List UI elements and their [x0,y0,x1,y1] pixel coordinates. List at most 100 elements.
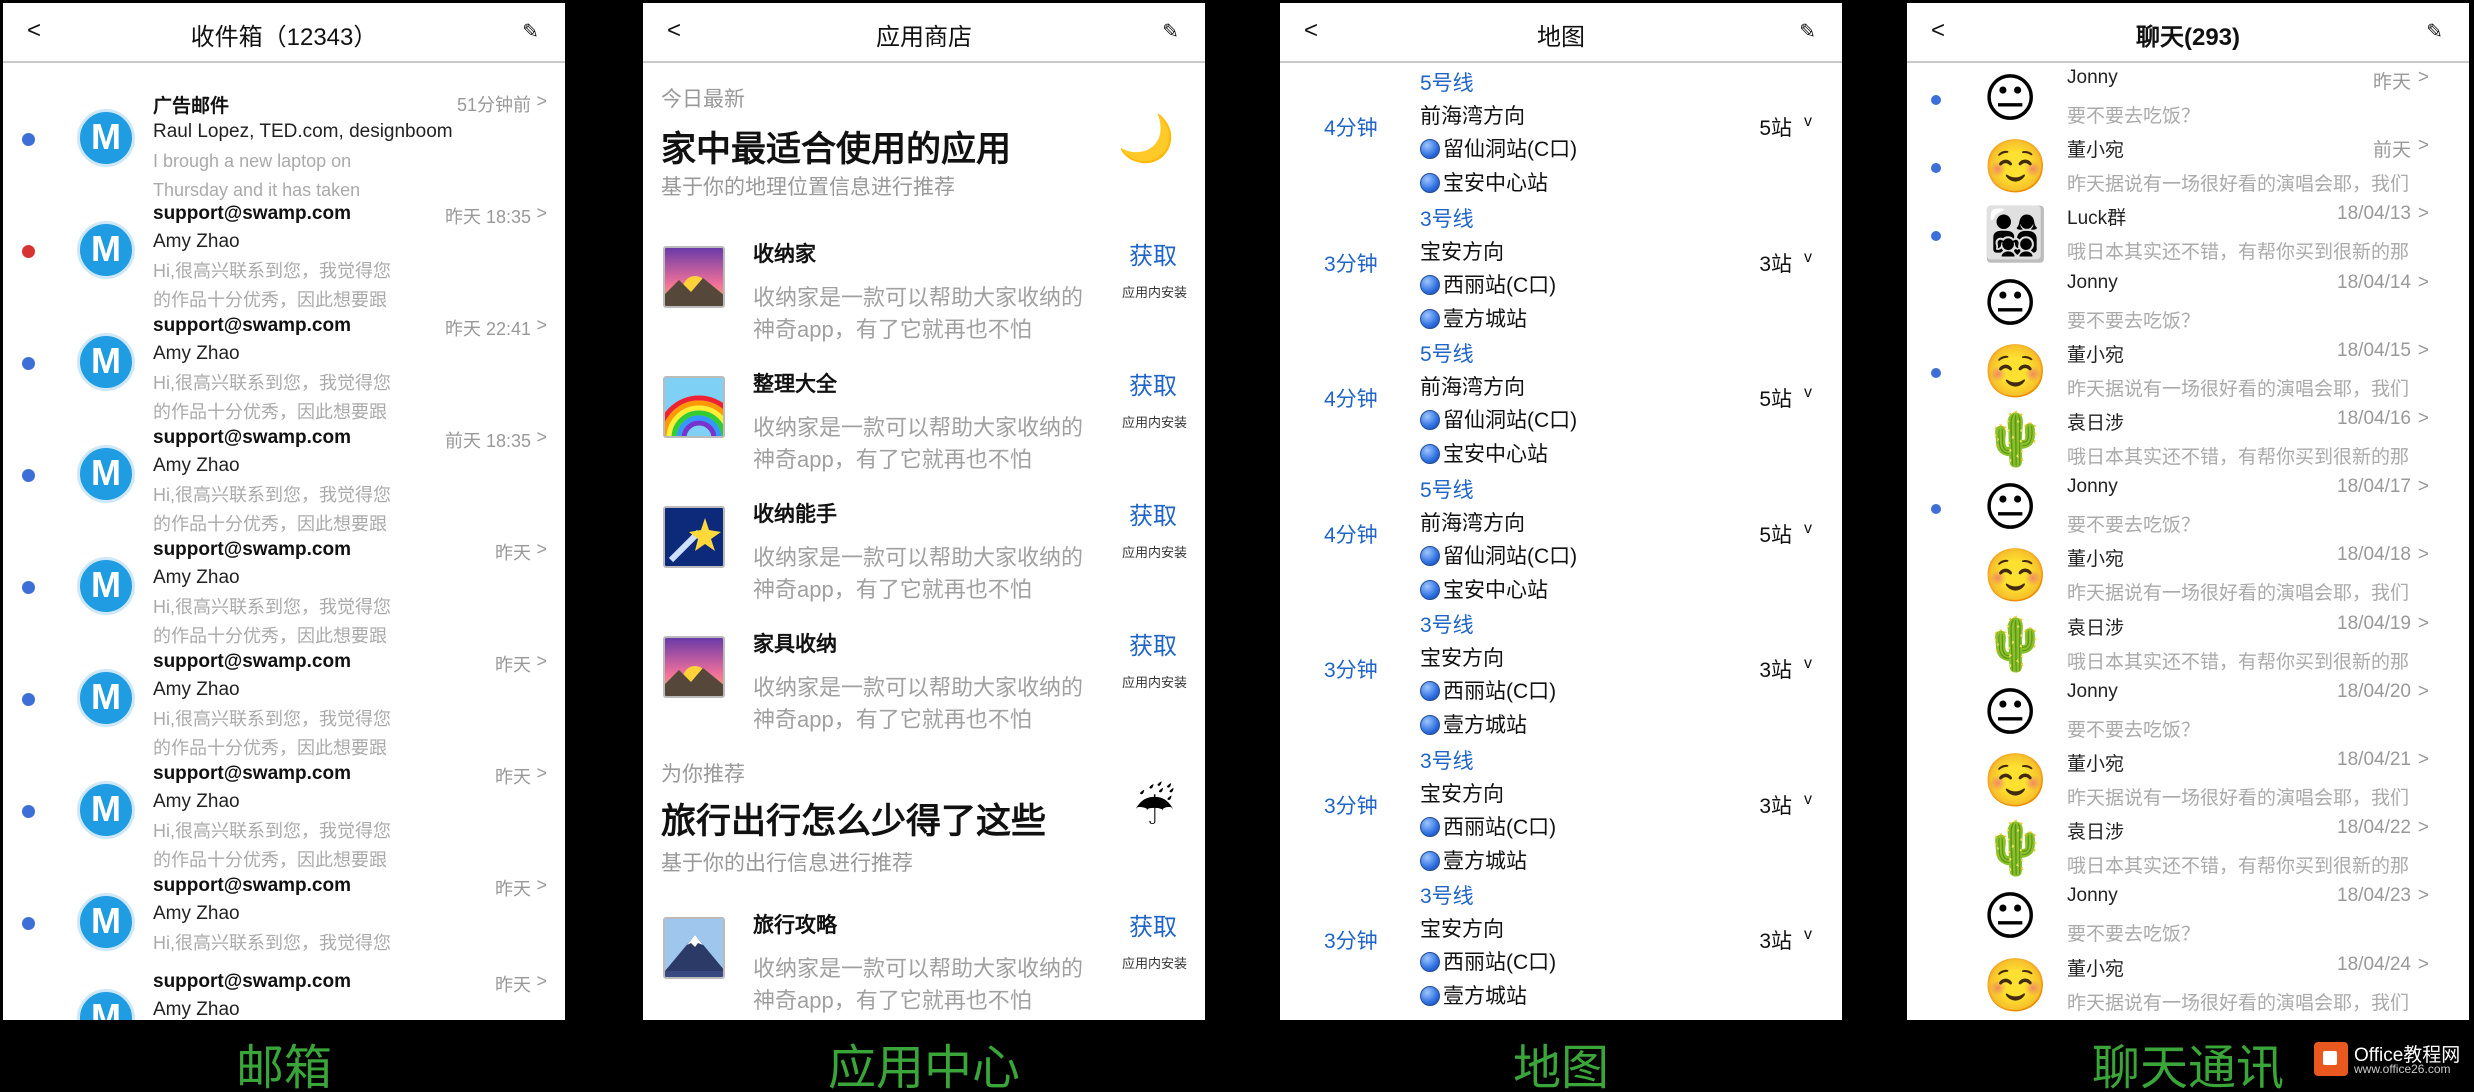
chat-item[interactable]: ☺️ 董小宛 18/04/24 > 昨天据说有一场很好看的演唱会耶，我们 [1907,954,2469,1020]
station-icon [1420,952,1440,972]
chat-item[interactable]: 👨‍👩‍👧‍👦 Luck群 18/04/13 > 哦日本其实还不错，有帮你买到很新的那 [1907,203,2469,275]
chat-nav-bar: < 聊天(293) ✎ [1907,3,2469,63]
mail-sender: support@swamp.com [153,427,351,448]
mail-item[interactable]: Msupport@swamp.com 昨天 > Amy Zhao Hi,很高兴联系到您，… [3,651,565,764]
chat-contact-name: 袁日涉 [2067,413,2125,434]
get-button[interactable]: 获取 [1129,236,1177,271]
route-stop: 壹方城站 [1420,980,1527,1010]
chat-item[interactable]: 😐 Jonny 18/04/20 > 要不要去吃饭？ [1907,681,2469,753]
in-app-install-note: 应用内安装 [1121,285,1187,300]
chat-item[interactable]: 🌵 袁日涉 18/04/19 > 哦日本其实还不错，有帮你买到很新的那 [1907,613,2469,685]
chat-contact-name: Luck群 [2067,208,2127,230]
chat-contact-name: 董小宛 [2067,140,2125,162]
moon-icon: 🌙 [1117,112,1175,164]
mail-time: 前天 18:35 [444,431,531,451]
get-button[interactable]: 获取 [1129,496,1177,531]
station-name: 壹方城站 [1443,849,1527,873]
route-line-name: 3号线 [1420,749,1474,773]
route-direction: 前海湾方向 [1420,511,1525,535]
flag-dot [22,245,35,258]
mail-recipient: Amy Zhao [153,231,240,252]
app-description: 神奇app，有了它就再也不怕 [753,988,1032,1013]
route-item[interactable]: 3号线 3分钟 宝安方向 西丽站(C口) 壹方城站 3站 v [1280,880,1842,1015]
chat-contact-name: 袁日涉 [2067,822,2125,844]
app-name: 家具收纳 [753,633,837,656]
route-item[interactable]: 5号线 4分钟 前海湾方向 留仙洞站(C口) 宝安中心站 5站 v [1280,338,1842,473]
section-title: 家中最适合使用的应用 [661,130,1012,169]
chat-item[interactable]: 🌵 袁日涉 18/04/16 > 哦日本其实还不错，有帮你买到很新的那 [1907,408,2469,480]
get-button[interactable]: 获取 [1129,626,1177,661]
section-title: 旅行出行怎么少得了这些 [661,802,1047,841]
avatar-emoji: ☺️ [1983,342,2048,401]
mail-item[interactable]: Msupport@swamp.com 昨天 18:35 > Amy Zhao Hi,很高… [3,203,565,316]
chevron-right-icon: > [536,875,547,895]
chevron-right-icon: > [536,539,547,559]
route-item[interactable]: 3号线 3分钟 宝安方向 西丽站(C口) 壹方城站 3站 v [1280,745,1842,880]
route-item[interactable]: 3号线 3分钟 宝安方向 西丽站(C口) 壹方城站 3站 v [1280,203,1842,338]
app-description: 收纳家是一款可以帮助大家收纳的 [753,956,1084,981]
station-icon [1420,715,1440,735]
map-nav-bar: < 地图 ✎ [1280,3,1842,63]
chevron-right-icon: > [536,203,547,223]
chat-item[interactable]: 😐 Jonny 18/04/14 > 要不要去吃饭？ [1907,272,2469,344]
route-item[interactable]: 5号线 4分钟 前海湾方向 留仙洞站(C口) 宝安中心站 5站 v [1280,67,1842,202]
mail-sender: support@swamp.com [153,315,351,336]
route-stop: 留仙洞站(C口) [1420,540,1577,570]
chat-contact-name: 董小宛 [2067,958,2125,980]
mail-item[interactable]: Msupport@swamp.com 昨天 > Amy Zhao Hi,很高兴联系到您，… [3,763,565,876]
mail-title: 收件箱（12343） [190,24,378,51]
route-direction: 宝安方向 [1420,240,1504,264]
chat-item[interactable]: 😐 Jonny 18/04/23 > 要不要去吃饭？ [1907,885,2469,957]
route-item[interactable]: 3号线 3分钟 宝安方向 西丽站(C口) 壹方城站 3站 v [1280,609,1842,744]
chevron-down-icon[interactable]: v [1804,926,1812,944]
route-direction: 宝安方向 [1420,918,1504,941]
chevron-down-icon[interactable]: v [1804,249,1812,267]
mail-item[interactable]: Msupport@swamp.com 昨天 22:41 > Amy Zhao Hi,很高… [3,315,565,428]
mail-snippet: 的作品十分优秀，因此想要跟 [153,738,387,758]
avatar: M [77,109,135,167]
chat-time: 18/04/20 [2337,680,2411,702]
route-stop: 壹方城站 [1420,845,1527,875]
app-store-screen: < 应用商店 ✎ 今日最新 家中最适合使用的应用 🌙 基于你的地理位置信息进行推… [643,3,1205,1020]
mail-item[interactable]: Msupport@swamp.com 昨天 > Amy Zhao Hi,很高兴联系到您，… [3,539,565,652]
mail-item[interactable]: Msupport@swamp.com 昨天 > Amy Zhao [3,971,565,1020]
mail-time: 昨天 [495,975,531,995]
pencil-icon[interactable]: ✎ [1162,19,1179,44]
chat-item[interactable]: ☺️ 董小宛 18/04/15 > 昨天据说有一场很好看的演唱会耶，我们 [1907,340,2469,412]
chevron-down-icon[interactable]: v [1804,384,1812,402]
mail-item[interactable]: M 广告邮件 51分钟前 > Raul Lopez, TED.com, designbo… [3,91,565,204]
route-stop: 留仙洞站(C口) [1420,133,1577,163]
mountain-icon [663,917,725,979]
unread-dot [22,133,35,146]
chat-item[interactable]: ☺️ 董小宛 前天 > 昨天据说有一场很好看的演唱会耶，我们 [1907,135,2469,207]
mail-item[interactable]: Msupport@swamp.com 前天 18:35 > Amy Zhao Hi,很高… [3,427,565,540]
route-item[interactable]: 5号线 4分钟 前海湾方向 留仙洞站(C口) 宝安中心站 5站 v [1280,474,1842,609]
chat-item[interactable]: ☺️ 董小宛 18/04/18 > 昨天据说有一场很好看的演唱会耶，我们 [1907,544,2469,616]
app-description: 神奇app，有了它就再也不怕 [753,577,1032,602]
chevron-down-icon[interactable]: v [1804,791,1812,809]
avatar-emoji: ☺️ [1983,752,2048,810]
chat-item[interactable]: ☺️ 董小宛 18/04/21 > 昨天据说有一场很好看的演唱会耶，我们 [1907,749,2469,821]
pencil-icon[interactable]: ✎ [1799,19,1816,44]
shooting-star-icon [663,506,725,568]
pencil-icon[interactable]: ✎ [522,19,539,44]
chevron-down-icon[interactable]: v [1804,113,1812,131]
get-button[interactable]: 获取 [1129,907,1177,942]
get-button[interactable]: 获取 [1129,366,1177,401]
chevron-down-icon[interactable]: v [1804,520,1812,538]
mail-time: 51分钟前 [456,95,531,115]
unread-dot [22,581,35,594]
app-description: 神奇app，有了它就再也不怕 [753,317,1032,342]
pencil-icon[interactable]: ✎ [2426,19,2443,44]
chevron-right-icon: > [536,763,547,783]
chat-item[interactable]: 😐 Jonny 昨天 > 要不要去吃饭？ [1907,67,2469,139]
route-stop: 宝安中心站 [1420,574,1548,604]
chat-item[interactable]: 😐 Jonny 18/04/17 > 要不要去吃饭？ [1907,476,2469,548]
sunrise-icon [663,636,725,698]
app-name: 旅行攻略 [753,914,837,937]
chevron-down-icon[interactable]: v [1804,655,1812,673]
chat-time: 18/04/16 [2337,408,2411,429]
chat-item[interactable]: 🌵 袁日涉 18/04/22 > 哦日本其实还不错，有帮你买到很新的那 [1907,817,2469,889]
chevron-right-icon: > [2417,680,2429,702]
avatar: M [77,221,135,279]
